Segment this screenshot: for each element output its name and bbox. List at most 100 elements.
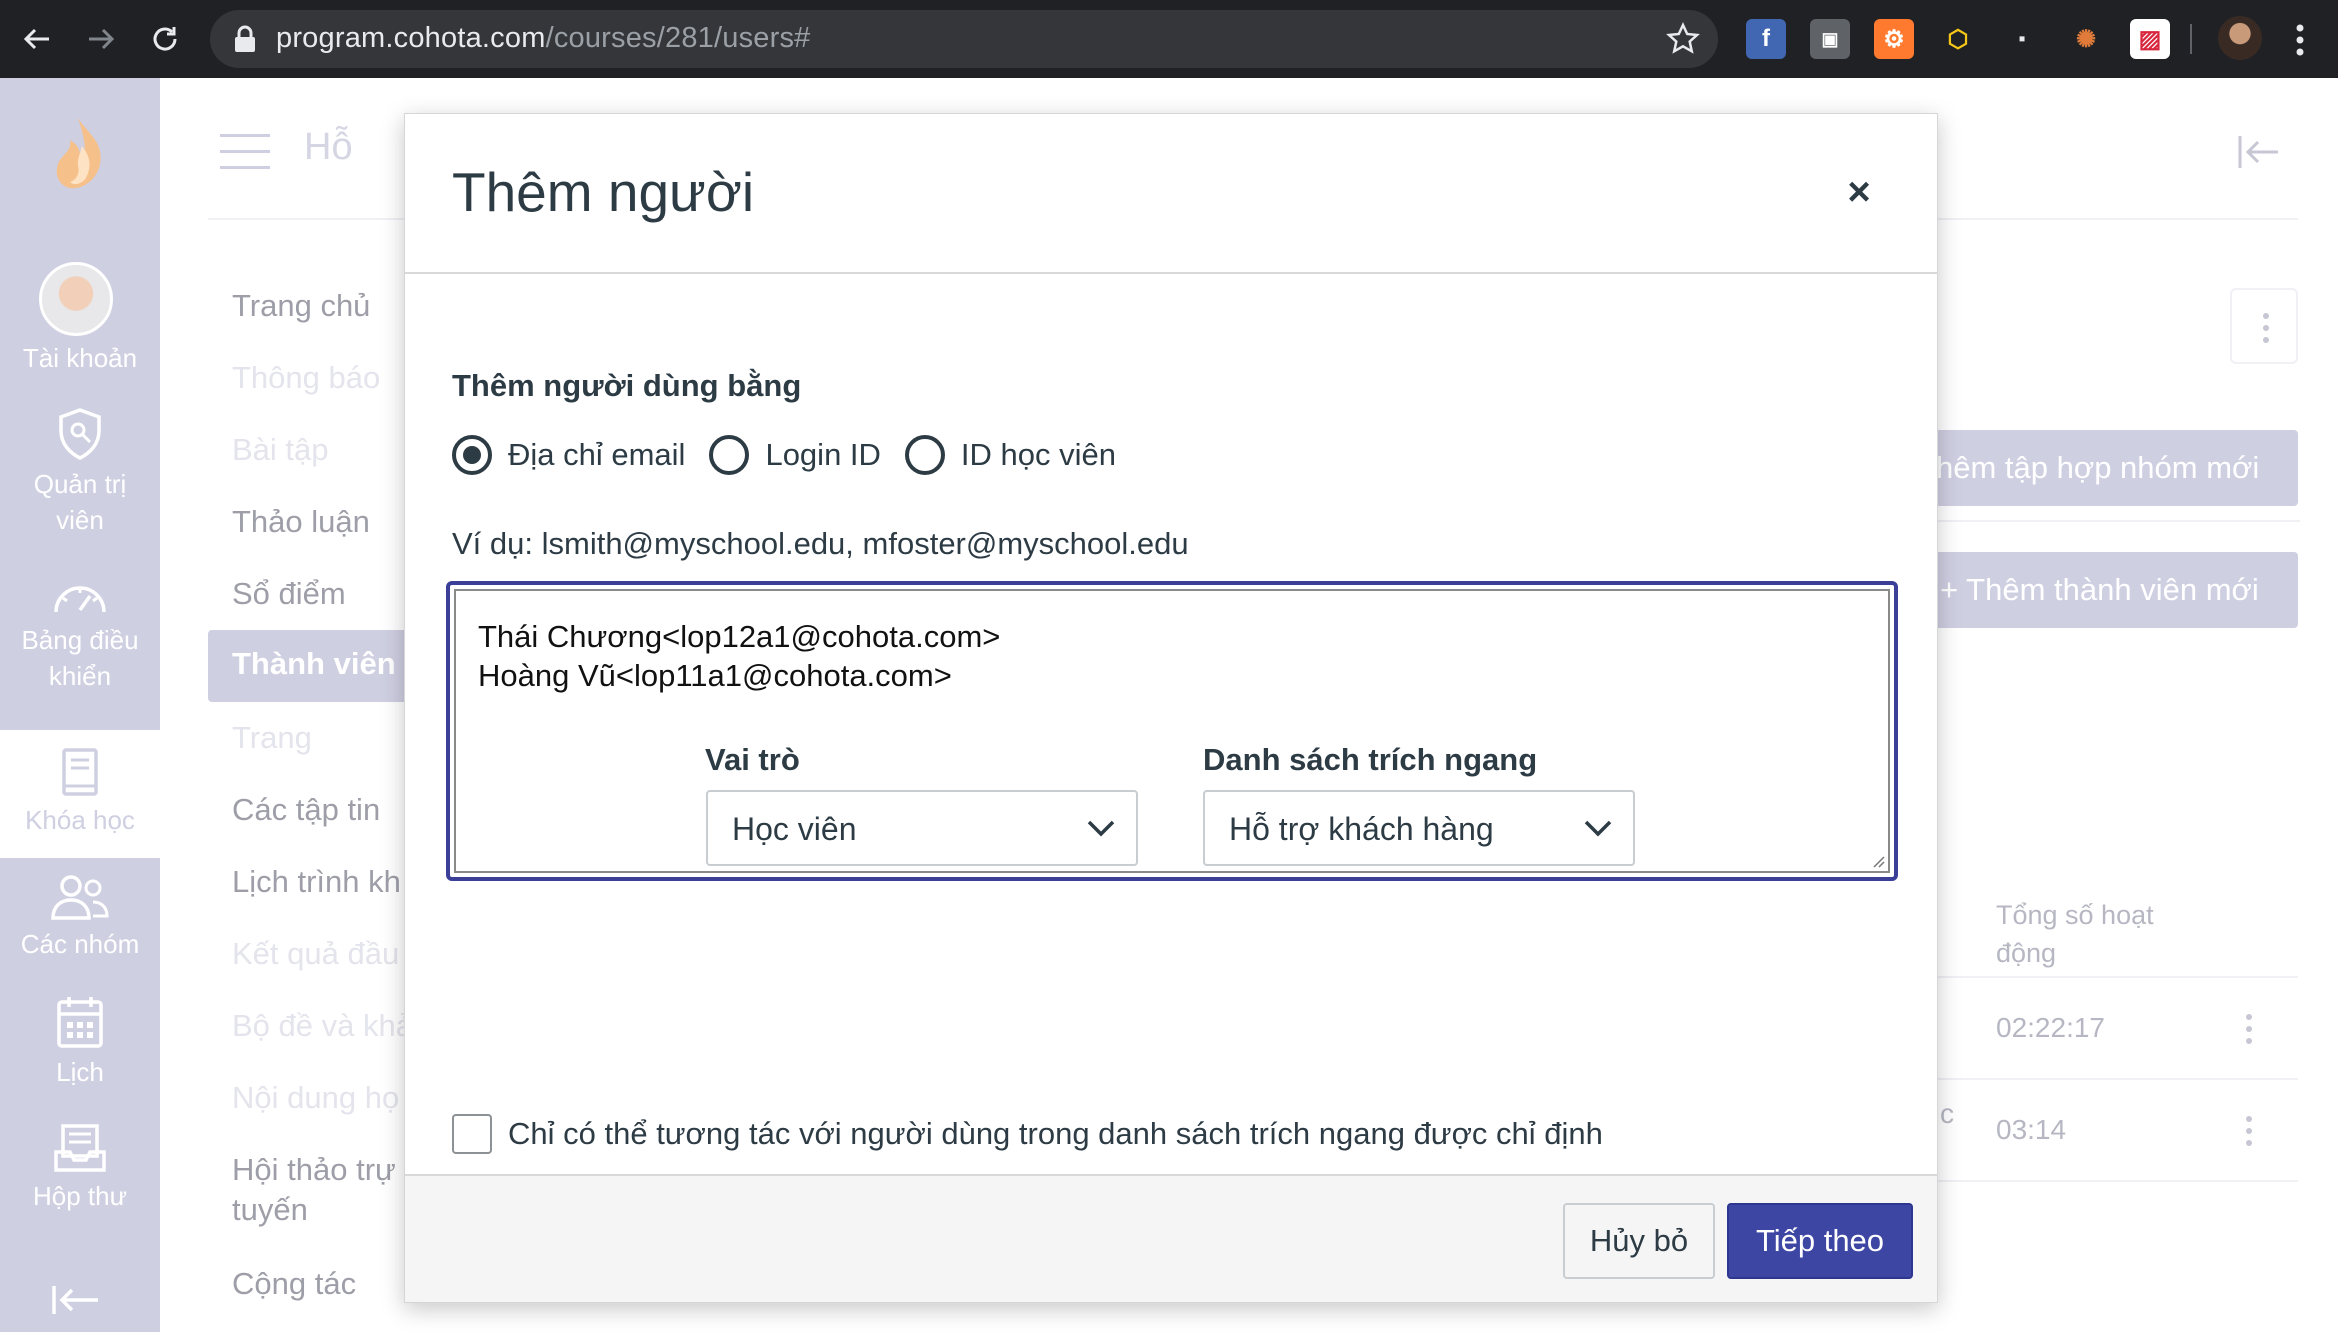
course-nav-item[interactable]: Sổ điểm xyxy=(232,576,346,612)
users-textarea[interactable]: Thái Chương<lop12a1@cohota.com> Hoàng Vũ… xyxy=(454,589,1890,873)
cookie-ext-icon[interactable]: ✺ xyxy=(2066,19,2106,59)
course-nav-item[interactable]: Nội dung họ xyxy=(232,1080,399,1116)
modal-footer: Hủy bỏ Tiếp theo xyxy=(405,1174,1937,1302)
new-member-button[interactable]: + Thêm thành viên mới xyxy=(1920,552,2298,628)
resize-grip-icon[interactable] xyxy=(1869,852,1885,868)
toolbar-divider xyxy=(2190,24,2192,54)
course-nav-item[interactable]: tuyến xyxy=(232,1192,308,1228)
inbox-icon xyxy=(54,1124,106,1172)
settings-kebab-button[interactable] xyxy=(2230,288,2298,364)
role-select[interactable]: Học viên xyxy=(706,790,1138,866)
facebook-ext-icon[interactable]: f xyxy=(1746,19,1786,59)
table-divider xyxy=(1936,1180,2298,1182)
radio-checked-icon xyxy=(452,435,492,475)
sidebar-item-groups[interactable]: Các nhóm xyxy=(0,872,160,962)
course-nav-item[interactable]: Bộ đề và khả xyxy=(232,1008,413,1044)
sidebar-item-dashboard[interactable]: Bảng điều khiển xyxy=(0,578,160,694)
radio-email[interactable]: Địa chỉ email xyxy=(452,435,685,475)
meet-ext-icon[interactable]: ▪ xyxy=(2002,19,2042,59)
sidebar-item-label: Bảng điều khiển xyxy=(21,625,139,691)
new-group-set-button[interactable]: hêm tập hợp nhóm mới xyxy=(1920,430,2298,506)
users-textarea-focus-ring: Thái Chương<lop12a1@cohota.com> Hoàng Vũ… xyxy=(446,581,1898,881)
address-bar[interactable]: program.cohota.com/courses/281/users# xyxy=(210,10,1718,68)
course-nav-item[interactable]: Thông báo xyxy=(232,360,380,396)
sidebar-item-admin[interactable]: Quản trị viên xyxy=(0,406,160,538)
lock-icon xyxy=(235,25,255,52)
browser-chrome: program.cohota.com/courses/281/users# f … xyxy=(0,0,2338,78)
profile-avatar[interactable] xyxy=(2218,16,2262,60)
course-nav-item[interactable]: Cộng tác xyxy=(232,1266,356,1302)
course-nav-item[interactable]: Các tập tin xyxy=(232,792,380,828)
course-nav-item[interactable]: Thảo luận xyxy=(232,504,370,540)
row-kebab-icon[interactable] xyxy=(2246,1116,2254,1152)
dashboard-icon xyxy=(54,586,106,613)
table-cell-fragment: c xyxy=(1940,1098,1954,1129)
avatar[interactable] xyxy=(39,262,113,336)
back-arrow-icon[interactable] xyxy=(12,14,62,64)
cancel-button[interactable]: Hủy bỏ xyxy=(1563,1203,1715,1279)
calendar-icon xyxy=(57,997,103,1048)
hamburger-menu-icon[interactable] xyxy=(220,134,270,170)
course-nav-item[interactable]: Lịch trình kh xyxy=(232,864,401,900)
restrict-section-label[interactable]: Chỉ có thể tương tác với người dùng tron… xyxy=(508,1116,1603,1152)
section-label: Danh sách trích ngang xyxy=(1203,742,1538,777)
url-text: program.cohota.com/courses/281/users# xyxy=(276,22,811,54)
next-button[interactable]: Tiếp theo xyxy=(1727,1203,1913,1279)
chevron-down-icon xyxy=(1584,820,1612,837)
divider xyxy=(1938,520,2300,522)
course-nav-item[interactable]: Hội thảo trự xyxy=(232,1152,396,1188)
restrict-section-row: Chỉ có thể tương tác với người dùng tron… xyxy=(452,1114,1603,1154)
course-nav-item[interactable]: Trang xyxy=(232,720,312,756)
sidebar-item-label: Khóa học xyxy=(25,805,135,835)
add-people-modal: Thêm người × Thêm người dùng bằng Địa ch… xyxy=(404,113,1938,1303)
row-kebab-icon[interactable] xyxy=(2246,1014,2254,1050)
collapse-right-icon[interactable] xyxy=(2236,132,2282,172)
course-nav-item[interactable]: Kết quả đầu xyxy=(232,936,399,972)
column-header-total-activity[interactable]: Tổng số hoạt động xyxy=(1996,896,2196,972)
course-nav-item[interactable]: Trang chủ xyxy=(232,288,370,324)
sidebar-item-label: Hộp thư xyxy=(32,1181,127,1211)
chrome-menu-icon[interactable] xyxy=(2290,22,2310,58)
sidebar-item-label: Lịch xyxy=(56,1057,104,1087)
brand-logo-icon[interactable] xyxy=(52,116,108,192)
add-by-label: Thêm người dùng bằng xyxy=(452,368,802,403)
flag-ext-icon[interactable]: ▨ xyxy=(2130,19,2170,59)
sidebar-item-inbox[interactable]: Hộp thư xyxy=(0,1122,160,1214)
bookmark-star-icon[interactable] xyxy=(1666,22,1700,56)
collapse-sidebar-icon[interactable] xyxy=(50,1282,102,1318)
radio-unchecked-icon xyxy=(904,435,945,475)
sidebar-item-label: Các nhóm xyxy=(20,929,140,959)
section-select[interactable]: Hỗ trợ khách hàng xyxy=(1203,790,1635,866)
global-sidebar: Tài khoản Quản trị viên Bảng điều khiển … xyxy=(0,78,160,1332)
restrict-section-checkbox[interactable] xyxy=(452,1114,492,1154)
hex-ext-icon[interactable]: ⬡ xyxy=(1938,19,1978,59)
close-icon[interactable]: × xyxy=(1837,170,1881,214)
radio-student-id[interactable]: ID học viên xyxy=(904,435,1116,475)
sidebar-item-calendar[interactable]: Lịch xyxy=(0,994,160,1090)
course-nav-item[interactable]: Bài tập xyxy=(232,432,329,468)
table-cell-time: 02:22:17 xyxy=(1996,1012,2105,1043)
table-divider xyxy=(1936,1078,2298,1080)
role-label: Vai trò xyxy=(705,742,800,777)
modal-title: Thêm người xyxy=(452,161,755,223)
sidebar-item-account[interactable]: Tài khoản xyxy=(0,340,160,376)
forward-arrow-icon[interactable] xyxy=(76,14,126,64)
book-icon xyxy=(62,748,98,796)
shield-icon xyxy=(59,408,101,460)
sidebar-item-label: Quản trị viên xyxy=(33,469,127,535)
breadcrumb[interactable]: Hỗ xyxy=(304,126,353,169)
example-hint: Ví dụ: lsmith@myschool.edu, mfoster@mysc… xyxy=(452,526,1189,561)
reload-icon[interactable] xyxy=(140,14,190,64)
radio-unchecked-icon xyxy=(709,435,750,475)
add-by-radio-group: Địa chỉ email Login ID ID học viên xyxy=(452,432,1140,478)
chevron-down-icon xyxy=(1087,820,1115,837)
table-cell-time: 03:14 xyxy=(1996,1114,2067,1145)
chat-ext-icon[interactable]: ▣ xyxy=(1810,19,1850,59)
sidebar-item-courses[interactable]: Khóa học xyxy=(0,746,160,838)
radio-login-id[interactable]: Login ID xyxy=(709,435,881,475)
hubspot-ext-icon[interactable]: ⚙ xyxy=(1874,19,1914,59)
modal-header-divider xyxy=(405,272,1937,274)
kebab-icon xyxy=(2263,313,2269,343)
table-divider xyxy=(1936,976,2298,978)
groups-icon xyxy=(51,875,109,920)
